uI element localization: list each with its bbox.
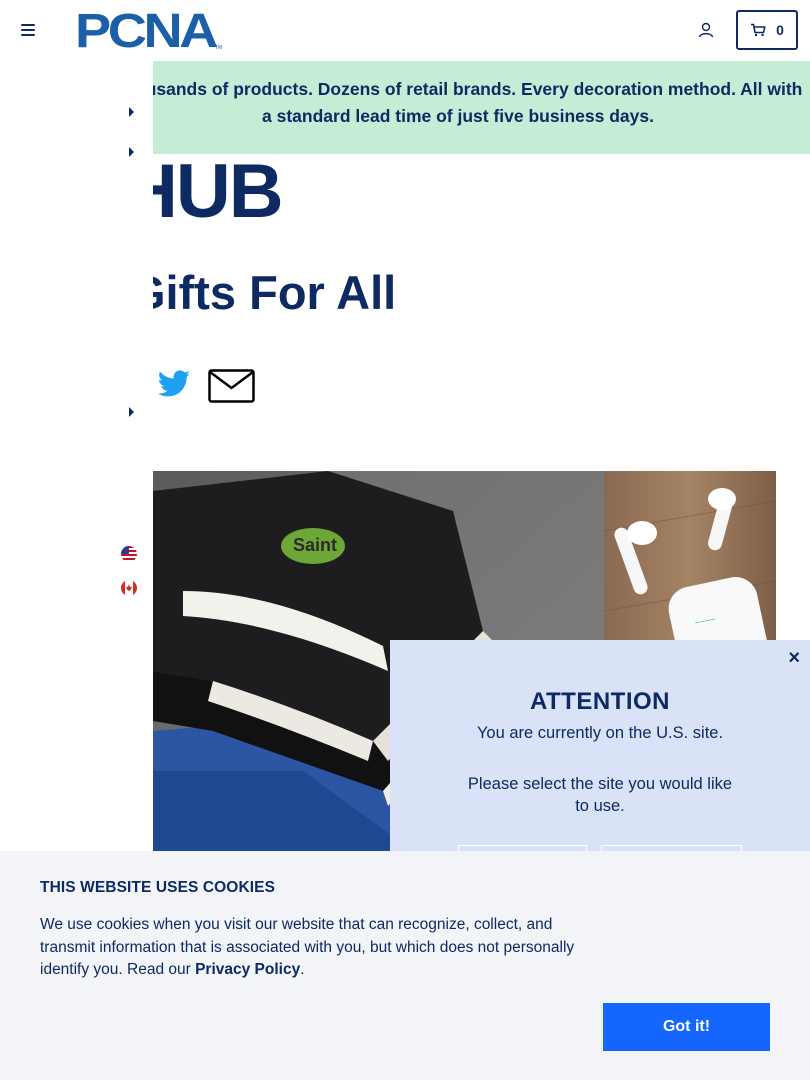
svg-text:TM: TM	[215, 45, 222, 50]
privacy-policy-link[interactable]: Privacy Policy	[195, 961, 300, 978]
modal-select-text: Please select the site you would like to…	[467, 775, 733, 815]
modal-title: ATTENTION	[529, 688, 671, 715]
cart-button[interactable]: 0	[736, 10, 798, 50]
canada-flag-icon[interactable]	[121, 580, 137, 596]
cookie-text-end: .	[300, 961, 305, 978]
caret-right-icon[interactable]	[128, 107, 136, 117]
modal-current-site-text: You are currently on the U.S. site.	[476, 724, 724, 742]
cookie-body-text: We use cookies when you visit our websit…	[40, 916, 575, 978]
close-icon[interactable]: ×	[788, 648, 800, 668]
twitter-icon[interactable]	[156, 369, 192, 401]
caret-right-icon[interactable]	[128, 407, 136, 417]
menu-icon[interactable]	[21, 24, 35, 36]
site-header: PCNA TM 0	[0, 0, 810, 60]
cart-count: 0	[776, 22, 784, 38]
pcna-logo[interactable]: PCNA TM	[75, 10, 225, 50]
us-flag-icon[interactable]	[121, 546, 137, 562]
hub-title: HUB	[153, 154, 284, 234]
email-icon[interactable]	[208, 369, 255, 403]
cookie-title: THIS WEBSITE USES COOKIES	[40, 879, 276, 896]
cookie-banner: THIS WEBSITE USES COOKIES We use cookies…	[0, 851, 810, 1080]
accept-cookies-button[interactable]: Got it!	[603, 1003, 770, 1051]
account-icon[interactable]	[697, 21, 715, 39]
svg-text:Saint: Saint	[293, 535, 337, 555]
promo-banner: Thousands of products. Dozens of retail …	[153, 61, 810, 154]
banner-text: Thousands of products. Dozens of retail …	[153, 79, 803, 126]
caret-right-icon[interactable]	[128, 147, 136, 157]
svg-text:PCNA: PCNA	[75, 10, 218, 50]
page-heading: Gifts For All	[153, 266, 397, 319]
cart-icon	[751, 23, 766, 37]
cookie-text: We use cookies when you visit our websit…	[40, 914, 610, 982]
